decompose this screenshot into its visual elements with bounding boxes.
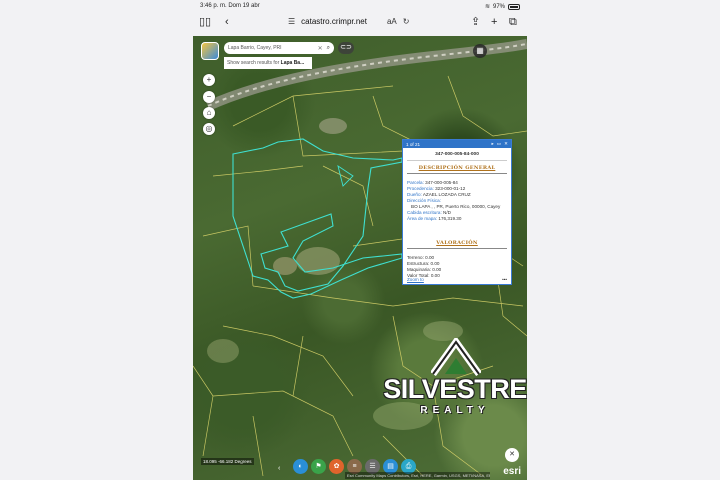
new-tab-icon[interactable]: + (491, 16, 497, 28)
popup-header: 1 of 21 ▸ ▭ ✕ (403, 140, 511, 148)
share-icon[interactable]: ⇪ (471, 16, 480, 28)
link-icon[interactable]: ⊂⊃ (338, 42, 354, 54)
zoom-to-link[interactable]: Zoom to (407, 277, 424, 282)
coordinates-readout: 18.095 -66.182 Degrees (201, 458, 254, 465)
dock-icon[interactable]: ▭ (497, 141, 501, 147)
field-label: Parcela: (407, 180, 424, 185)
field-label: Dueño: (407, 192, 422, 197)
reader-icon[interactable]: aA (387, 17, 397, 26)
ipad-screen: 3:46 p. m. Dom 19 abr ≋ 97% ▯▯ ‹ ☰ catas… (0, 0, 720, 480)
reload-icon[interactable]: ↻ (403, 17, 410, 26)
search-hint-prefix: Show search results for (227, 60, 281, 66)
brand-sub: REALTY (420, 405, 490, 416)
brand-name: SILVESTRE (383, 374, 527, 404)
battery-percent: 97% (492, 3, 505, 10)
popup-pager: 1 of 21 (406, 141, 421, 147)
popup-footer: Zoom to ••• (407, 277, 507, 282)
page-menu-icon[interactable]: ☰ (288, 17, 295, 26)
search-input[interactable]: Lapa Barrio, Cayey, PRI (228, 45, 318, 51)
map-view[interactable]: Lapa Barrio, Cayey, PRI ✕ ⌕ Show search … (193, 36, 527, 480)
url-text: catastro.crimpr.net (301, 17, 367, 26)
field-label: Terreno: (407, 255, 424, 260)
map-attribution: Esri Community Maps Contributors, Esri, … (345, 472, 490, 479)
field-label: Procedencia: (407, 186, 434, 191)
silvestre-realty-logo: SILVESTRE REALTY (383, 338, 527, 420)
basemap-icon[interactable]: ✿ (329, 459, 344, 474)
close-icon[interactable]: ✕ (504, 141, 508, 147)
app-logo[interactable] (201, 42, 219, 60)
status-right: ≋ 97% (485, 3, 520, 10)
search-suggestion[interactable]: Show search results for Lapa Ba... (224, 57, 312, 69)
field-value: AZAEL LOZADA CRUZ (422, 192, 471, 197)
field-value: 323-000-01-12 (435, 186, 466, 191)
field-value: N/D (443, 210, 451, 215)
parcel-popup: 1 of 21 ▸ ▭ ✕ 347-000-005-84-000 DESCRIP… (402, 139, 512, 285)
home-icon[interactable]: ⌂ (203, 107, 215, 119)
search-hint-term: Lapa Ba... (280, 60, 305, 66)
field-value: 347-000-005-84 (425, 180, 458, 185)
collapse-icon[interactable]: ‹ (278, 465, 280, 472)
field-value: 0.00 (425, 255, 435, 260)
status-time-date: 3:46 p. m. Dom 19 abr (200, 3, 260, 9)
more-options-icon[interactable]: ••• (502, 277, 507, 282)
house-roof-icon (431, 338, 481, 376)
field-value: 0.00 (430, 261, 440, 266)
tabs-icon[interactable]: ⧉ (509, 16, 517, 28)
apps-grid-icon[interactable]: ▦ (473, 44, 487, 58)
status-bar: 3:46 p. m. Dom 19 abr ≋ 97% (0, 0, 720, 12)
address-bar[interactable]: ☰ catastro.crimpr.net aA ↻ (288, 17, 409, 26)
field-label: Estructura: (407, 261, 430, 266)
field-label: Cabida escritura: (407, 210, 442, 215)
field-value: 176,319.30 (438, 216, 462, 221)
browser-toolbar: ▯▯ ‹ ☰ catastro.crimpr.net aA ↻ ⇪ + ⧉ (193, 12, 527, 34)
field-value: 0.00 (432, 267, 442, 272)
sidebar-icon[interactable]: ▯▯ (199, 16, 211, 28)
zoom-in-button[interactable]: + (203, 74, 215, 86)
back-icon[interactable]: ‹ (225, 16, 229, 28)
locate-icon[interactable]: ◎ (203, 123, 215, 135)
parcel-id: 347-000-005-84-000 (407, 148, 507, 161)
field-label: Dirección Física: (407, 198, 441, 203)
battery-icon (508, 3, 520, 10)
section-valuation-title: VALORACIÓN (407, 240, 507, 249)
search-icon[interactable]: ⌕ (327, 45, 330, 52)
search-box[interactable]: Lapa Barrio, Cayey, PRI ✕ ⌕ (224, 42, 334, 54)
wifi-icon: ≋ (484, 4, 490, 10)
clear-search-icon[interactable]: ✕ (318, 45, 323, 52)
field-label: Maquinaria: (407, 267, 432, 272)
close-panel-icon[interactable]: ✕ (505, 448, 519, 462)
field-label: Área de mapa: (407, 216, 438, 221)
section-general-title: DESCRIPCIÓN GENERAL (407, 165, 507, 174)
next-feature-icon[interactable]: ▸ (491, 141, 493, 147)
zoom-out-button[interactable]: − (203, 91, 215, 103)
bookmark-icon[interactable]: ⚑ (311, 459, 326, 474)
esri-logo: esri (503, 466, 521, 477)
layers-icon[interactable]: ◐ (293, 459, 308, 474)
